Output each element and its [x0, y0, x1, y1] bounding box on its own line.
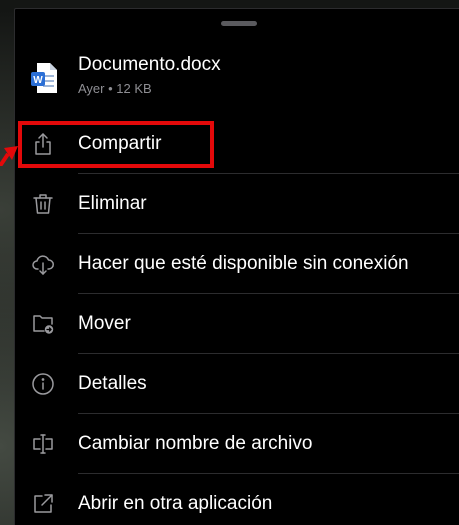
menu-item-move[interactable]: Mover	[15, 294, 459, 354]
cloud-download-icon	[31, 252, 55, 276]
menu-item-label: Hacer que esté disponible sin conexión	[78, 253, 409, 274]
menu-item-details[interactable]: Detalles	[15, 354, 459, 414]
menu-item-label: Abrir en otra aplicación	[78, 493, 273, 514]
menu-item-label: Eliminar	[78, 193, 147, 214]
file-meta: Ayer • 12 KB	[78, 81, 152, 96]
menu-item-rename[interactable]: Cambiar nombre de archivo	[15, 414, 459, 474]
info-icon	[31, 372, 55, 396]
menu-item-label: Detalles	[78, 373, 147, 394]
file-name: Documento.docx	[78, 54, 221, 75]
annotation-arrow-icon	[0, 146, 18, 166]
trash-icon	[31, 192, 55, 216]
sheet-grabber-handle[interactable]	[221, 21, 257, 26]
svg-text:W: W	[33, 75, 43, 86]
menu-item-delete[interactable]: Eliminar	[15, 174, 459, 234]
menu-item-label: Cambiar nombre de archivo	[78, 433, 313, 454]
highlight-annotation-box	[18, 121, 214, 168]
word-document-icon: W	[31, 63, 57, 93]
file-actions-menu: Compartir Eliminar Hacer que esté dispon…	[15, 114, 459, 525]
menu-item-open-in-other-app[interactable]: Abrir en otra aplicación	[15, 474, 459, 525]
file-header: W Documento.docx Ayer • 12 KB	[15, 51, 459, 111]
rename-icon	[31, 432, 55, 456]
action-sheet: W Documento.docx Ayer • 12 KB Compartir	[14, 8, 459, 525]
folder-move-icon	[31, 312, 55, 336]
menu-item-make-offline[interactable]: Hacer que esté disponible sin conexión	[15, 234, 459, 294]
menu-item-label: Mover	[78, 313, 131, 334]
open-external-icon	[31, 492, 55, 516]
